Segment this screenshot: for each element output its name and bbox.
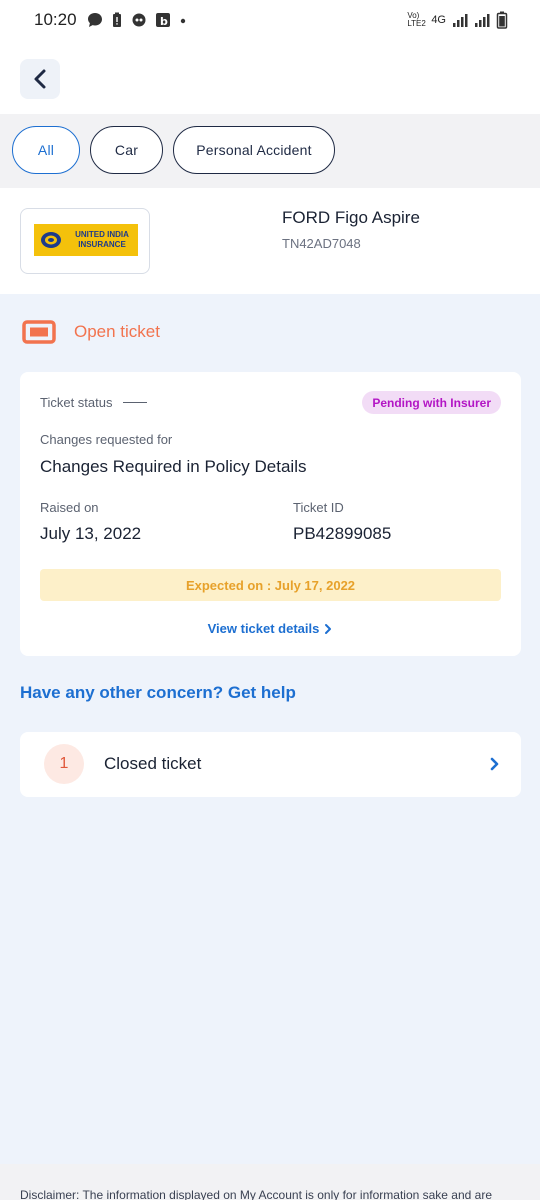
chevron-right-icon xyxy=(325,623,332,634)
signal-icon-2 xyxy=(475,14,490,27)
notification-icons: b xyxy=(87,10,187,30)
status-bar: 10:20 b Vo) LTE2 4G xyxy=(0,0,540,40)
view-ticket-details-label: View ticket details xyxy=(207,621,320,636)
insurer-logo: UNITED INDIA INSURANCE xyxy=(20,208,150,274)
network-type: 4G xyxy=(431,14,446,26)
closed-ticket-label: Closed ticket xyxy=(104,754,202,773)
insurer-emblem-icon xyxy=(41,232,61,248)
filter-tab-car[interactable]: Car xyxy=(90,126,163,174)
open-ticket-heading: Open ticket xyxy=(22,318,160,346)
vehicle-name: FORD Figo Aspire xyxy=(282,208,420,227)
ticket-id-value: PB42899085 xyxy=(293,524,392,543)
chevron-right-icon xyxy=(490,757,499,771)
status-badge: Pending with Insurer xyxy=(362,391,501,414)
insurer-logo-badge: UNITED INDIA INSURANCE xyxy=(34,224,138,256)
battery-icon xyxy=(496,11,508,29)
filter-tab-all[interactable]: All xyxy=(12,126,80,174)
ticket-status-label: Ticket status xyxy=(40,395,113,410)
policy-filter-tabs: All Car Personal Accident xyxy=(0,114,540,188)
ticket-status-divider xyxy=(123,402,147,403)
get-help-link[interactable]: Have any other concern? Get help xyxy=(20,683,296,703)
raised-on-value: July 13, 2022 xyxy=(40,524,142,543)
changes-requested-label: Changes requested for xyxy=(40,432,173,447)
status-time: 10:20 xyxy=(34,10,77,29)
expected-date-banner: Expected on : July 17, 2022 xyxy=(40,569,501,601)
closed-ticket-count: 1 xyxy=(44,744,84,784)
ticket-card: Ticket status Pending with Insurer Chang… xyxy=(20,372,521,656)
back-button[interactable] xyxy=(20,59,60,99)
insurer-logo-text: UNITED INDIA INSURANCE xyxy=(75,230,129,249)
policy-card[interactable]: UNITED INDIA INSURANCE FORD Figo Aspire … xyxy=(0,188,540,294)
b-app-icon: b xyxy=(156,13,170,28)
filter-tab-personal-accident[interactable]: Personal Accident xyxy=(173,126,335,174)
app-notification-icon xyxy=(132,13,146,27)
battery-alert-icon xyxy=(113,12,121,27)
message-icon xyxy=(88,13,102,27)
system-icons: Vo) LTE2 4G xyxy=(407,10,508,30)
view-ticket-details-link[interactable]: View ticket details xyxy=(20,621,521,636)
more-dot-icon xyxy=(180,18,186,24)
chevron-left-icon xyxy=(34,69,46,89)
ticket-id-label: Ticket ID xyxy=(293,500,344,515)
open-ticket-label: Open ticket xyxy=(74,322,160,341)
app-header xyxy=(0,40,540,114)
closed-ticket-row[interactable]: 1 Closed ticket xyxy=(20,732,521,797)
raised-on-label: Raised on xyxy=(40,500,99,515)
disclaimer-text: Disclaimer: The information displayed on… xyxy=(20,1188,493,1200)
svg-text:b: b xyxy=(160,15,168,28)
volte-label: Vo) LTE2 xyxy=(407,11,426,28)
disclaimer-footer: Disclaimer: The information displayed on… xyxy=(0,1164,540,1200)
changes-requested-value: Changes Required in Policy Details xyxy=(40,457,307,476)
vehicle-registration: TN42AD7048 xyxy=(282,236,361,251)
ticket-icon xyxy=(22,320,56,344)
signal-icon xyxy=(453,14,468,27)
